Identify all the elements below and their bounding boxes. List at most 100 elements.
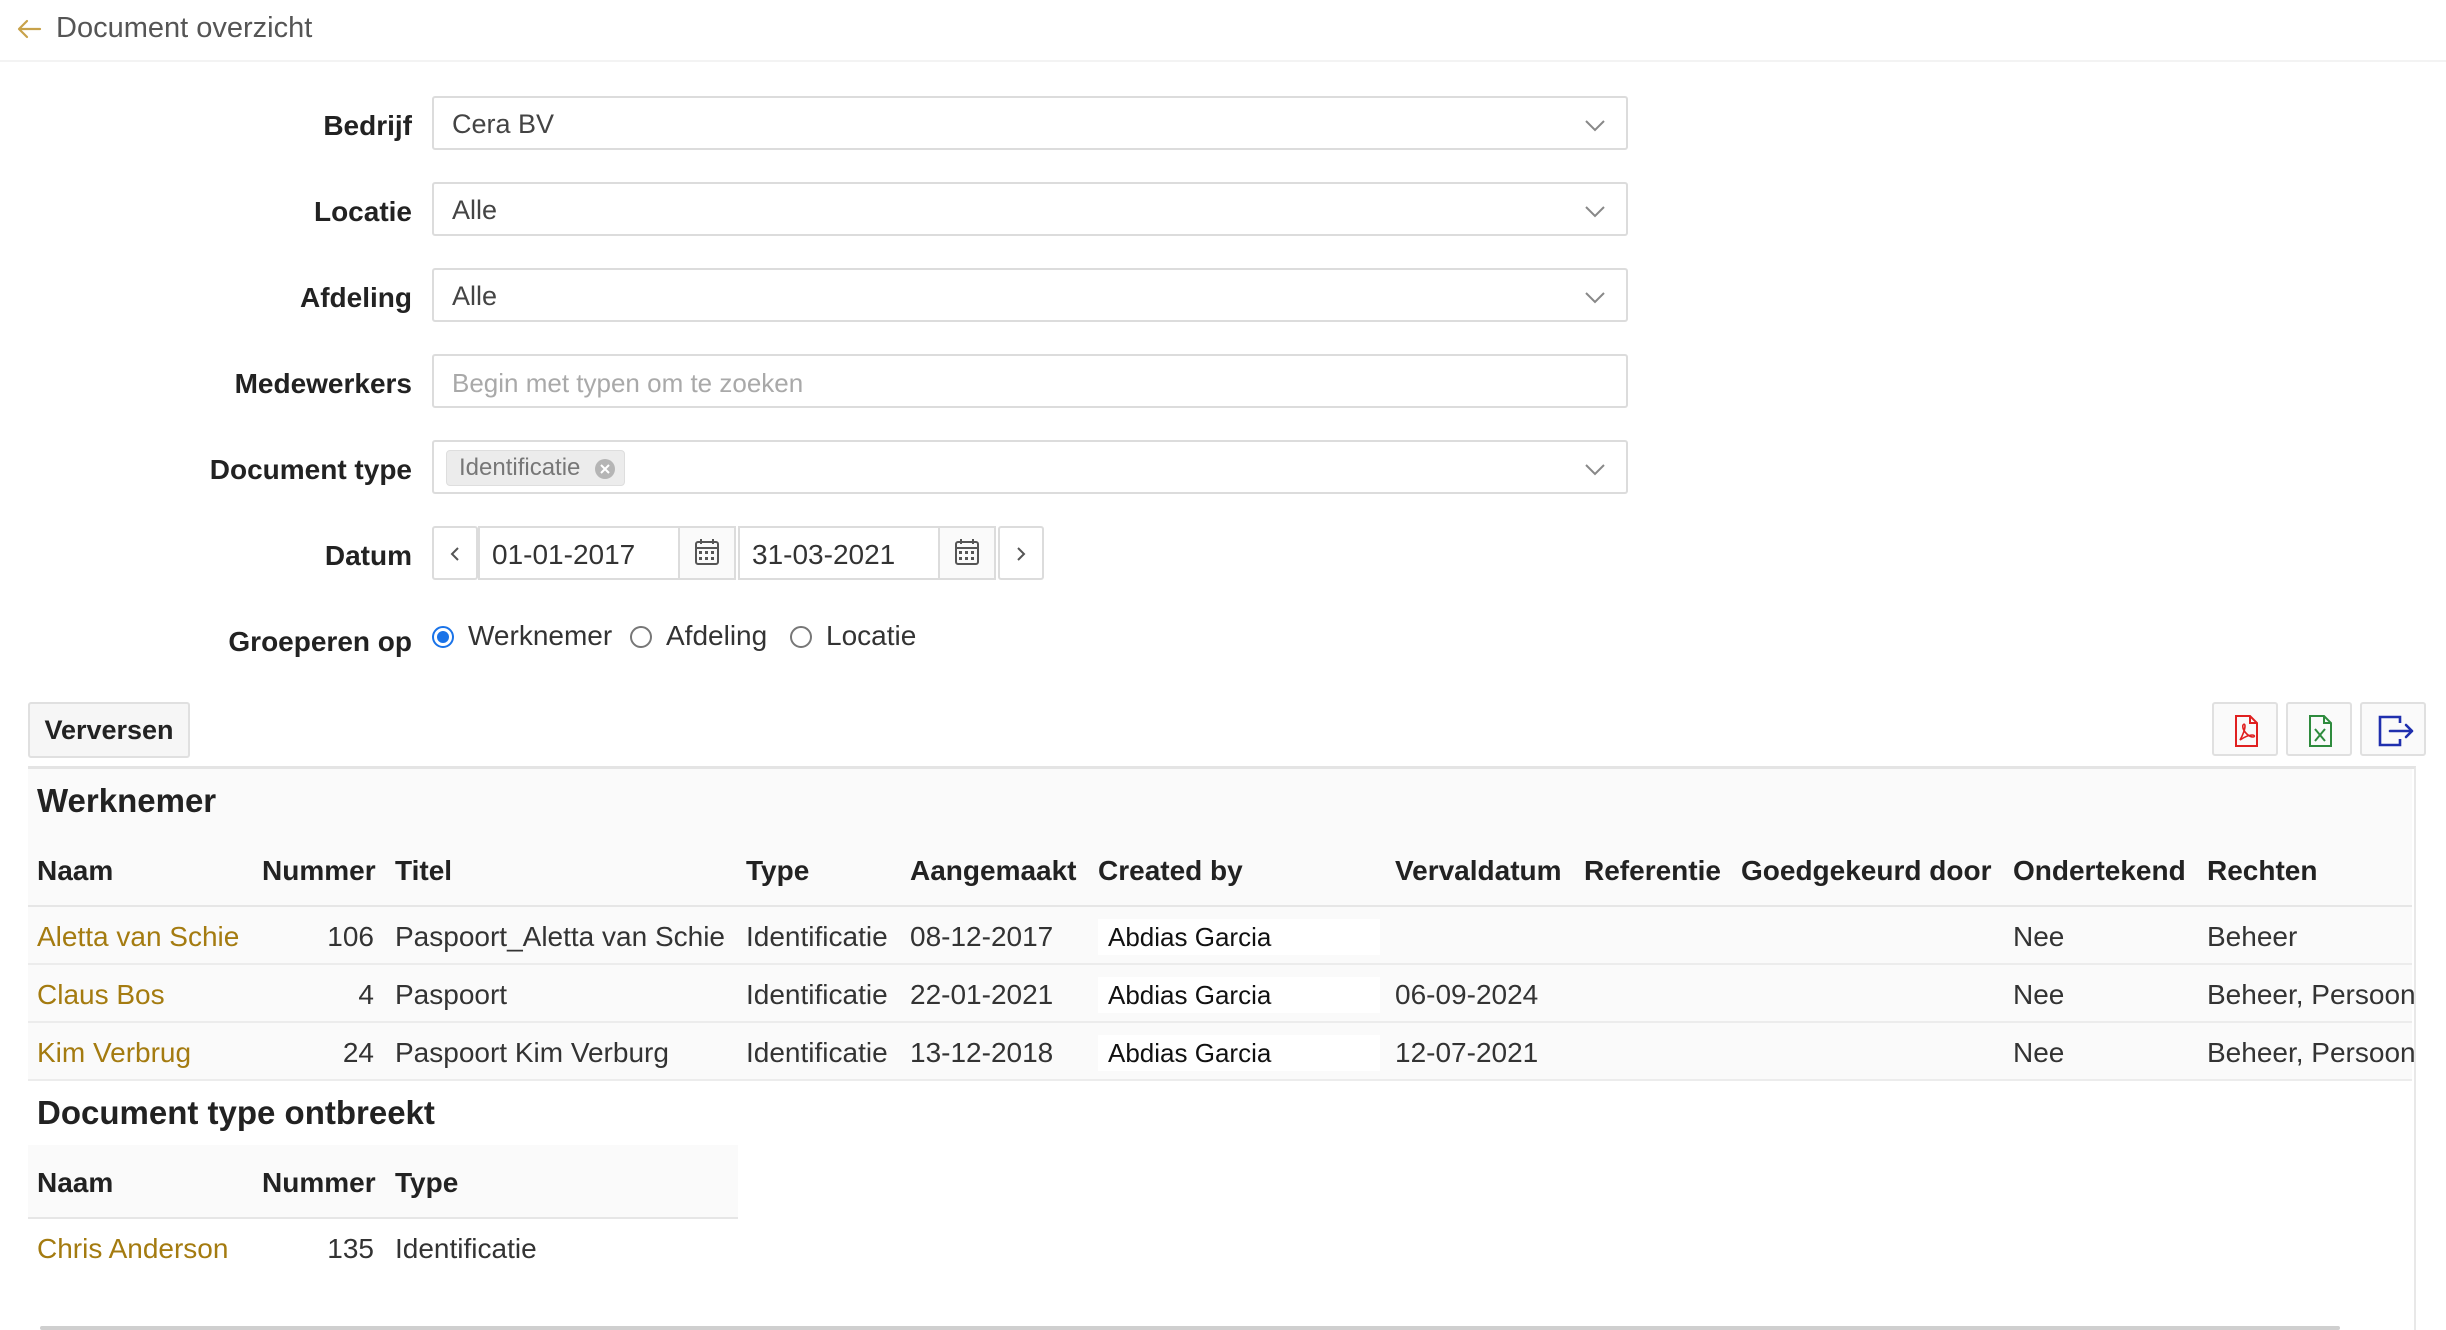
cell-nummer: 4	[358, 979, 374, 1010]
filter-afdeling-row: Afdeling Alle	[0, 268, 1640, 324]
excel-file-icon	[2309, 715, 2332, 747]
col-naam[interactable]: Naam	[37, 855, 113, 887]
cell-created-by: Abdias Garcia	[1098, 1035, 1380, 1071]
col-referentie[interactable]: Referentie	[1584, 855, 1721, 887]
datum-label: Datum	[324, 540, 412, 571]
cell-naam[interactable]: Claus Bos	[37, 979, 165, 1011]
date-prev-button[interactable]	[432, 526, 478, 580]
table-row[interactable]: Claus Bos 4 Paspoort Identificatie 22-01…	[28, 965, 2416, 1023]
bedrijf-label: Bedrijf	[323, 110, 412, 141]
cell-aangemaakt: 13-12-2018	[910, 1037, 1054, 1068]
afdeling-label: Afdeling	[300, 282, 412, 313]
cell-naam[interactable]: Chris Anderson	[37, 1233, 228, 1265]
export-pdf-button[interactable]	[2212, 702, 2278, 756]
date-to-calendar-button[interactable]	[938, 526, 996, 580]
calendar-icon	[695, 539, 719, 565]
radio-unchecked-icon	[630, 626, 652, 648]
cell-created-by-text: Abdias Garcia	[1108, 980, 1272, 1010]
chevron-right-icon	[1017, 547, 1026, 561]
document-type-tag: Identificatie	[446, 450, 626, 486]
cell-ondertekend: Nee	[2013, 1037, 2065, 1068]
group-header-document-type-ontbreekt: Document type ontbreekt	[28, 1081, 738, 1145]
locatie-select[interactable]: Alle	[432, 182, 1628, 236]
col-aangemaakt[interactable]: Aangemaakt	[910, 855, 1077, 887]
refresh-button[interactable]: Verversen	[28, 702, 190, 758]
back-arrow-icon[interactable]	[14, 14, 44, 44]
table-row[interactable]: Aletta van Schie 106 Paspoort_Aletta van…	[28, 907, 2412, 965]
chevron-down-icon	[1585, 120, 1605, 132]
col-goedgekeurd-door[interactable]: Goedgekeurd door	[1741, 855, 1991, 887]
cell-ondertekend: Nee	[2013, 921, 2065, 952]
cell-titel: Paspoort_Aletta van Schie	[395, 921, 725, 952]
col-naam[interactable]: Naam	[37, 1167, 113, 1199]
bedrijf-select[interactable]: Cera BV	[432, 96, 1628, 150]
page-title: Document overzicht	[56, 12, 313, 44]
medewerkers-search-input[interactable]: Begin met typen om te zoeken	[432, 354, 1628, 408]
document-type-select[interactable]: Identificatie	[432, 440, 1628, 494]
col-type[interactable]: Type	[395, 1167, 458, 1199]
col-ondertekend[interactable]: Ondertekend	[2013, 855, 2186, 887]
cell-rechten: Beheer, Persoon	[2207, 1037, 2416, 1068]
filter-medewerkers-row: Medewerkers Begin met typen om te zoeken	[0, 354, 1640, 410]
document-type-tag-label: Identificatie	[459, 454, 581, 481]
table-header: Naam Nummer Titel Type Aangemaakt Create…	[28, 833, 2412, 907]
cell-created-by: Abdias Garcia	[1098, 919, 1380, 955]
date-from-calendar-button[interactable]	[678, 526, 736, 580]
locatie-value: Alle	[452, 195, 498, 225]
col-nummer[interactable]: Nummer	[262, 855, 376, 887]
filter-locatie-row: Locatie Alle	[0, 182, 1640, 238]
export-excel-button[interactable]	[2286, 702, 2352, 756]
date-from-input[interactable]: 01-01-2017	[478, 526, 680, 580]
cell-vervaldatum: 12-07-2021	[1395, 1037, 1539, 1068]
radio-locatie-label: Locatie	[826, 620, 917, 651]
cell-type: Identificatie	[746, 979, 888, 1010]
chevron-down-icon	[1585, 206, 1605, 218]
filter-groeperen-row: Groeperen op Werknemer Afdeling Locatie	[0, 612, 1640, 668]
group-header-werknemer: Werknemer	[28, 769, 2412, 833]
afdeling-select[interactable]: Alle	[432, 268, 1628, 322]
pdf-file-icon	[2235, 715, 2258, 747]
filter-datum-row: Datum 01-01-2017 31-03-2021	[0, 526, 1640, 582]
locatie-label: Locatie	[313, 196, 412, 227]
cell-titel: Paspoort	[395, 979, 508, 1010]
filter-bedrijf-row: Bedrijf Cera BV	[0, 96, 1640, 152]
col-nummer[interactable]: Nummer	[262, 1167, 376, 1199]
document-type-label: Document type	[209, 454, 412, 485]
cell-rechten: Beheer, Persoon	[2207, 979, 2416, 1010]
col-vervaldatum[interactable]: Vervaldatum	[1395, 855, 1562, 887]
cell-nummer: 24	[342, 1037, 374, 1068]
date-next-button[interactable]	[998, 526, 1044, 580]
col-rechten[interactable]: Rechten	[2207, 855, 2317, 887]
cell-vervaldatum: 06-09-2024	[1395, 979, 1539, 1010]
col-titel[interactable]: Titel	[395, 855, 452, 887]
close-circle-icon[interactable]	[594, 458, 616, 480]
table-row[interactable]: Chris Anderson 135 Identificatie	[28, 1219, 738, 1277]
cell-naam[interactable]: Aletta van Schie	[37, 921, 239, 953]
top-bar: Document overzicht	[0, 0, 2446, 62]
cell-ondertekend: Nee	[2013, 979, 2065, 1010]
col-created-by[interactable]: Created by	[1098, 855, 1243, 887]
table-row[interactable]: Kim Verbrug 24 Paspoort Kim Verburg Iden…	[28, 1023, 2416, 1081]
cell-type: Identificatie	[746, 1037, 888, 1068]
calendar-icon	[955, 539, 979, 565]
chevron-down-icon	[1585, 292, 1605, 304]
chevron-down-icon	[1585, 464, 1605, 476]
filter-document-type-row: Document type Identificatie	[0, 440, 1640, 496]
date-to-input[interactable]: 31-03-2021	[738, 526, 940, 580]
cell-nummer: 106	[327, 921, 374, 952]
cell-naam[interactable]: Kim Verbrug	[37, 1037, 191, 1069]
afdeling-value: Alle	[452, 281, 498, 311]
export-button[interactable]	[2360, 702, 2426, 756]
medewerkers-label: Medewerkers	[234, 368, 412, 399]
radio-afdeling-label: Afdeling	[666, 620, 768, 651]
radio-werknemer-label: Werknemer	[468, 620, 613, 651]
chevron-left-icon	[450, 547, 459, 561]
cell-titel: Paspoort Kim Verburg	[395, 1037, 669, 1068]
bedrijf-value: Cera BV	[452, 109, 555, 139]
cell-nummer: 135	[327, 1233, 374, 1264]
table-header: Naam Nummer Type	[28, 1145, 738, 1219]
cell-type: Identificatie	[746, 921, 888, 952]
col-type[interactable]: Type	[746, 855, 809, 887]
horizontal-scrollbar[interactable]	[40, 1326, 2340, 1330]
radio-unchecked-icon	[790, 626, 812, 648]
